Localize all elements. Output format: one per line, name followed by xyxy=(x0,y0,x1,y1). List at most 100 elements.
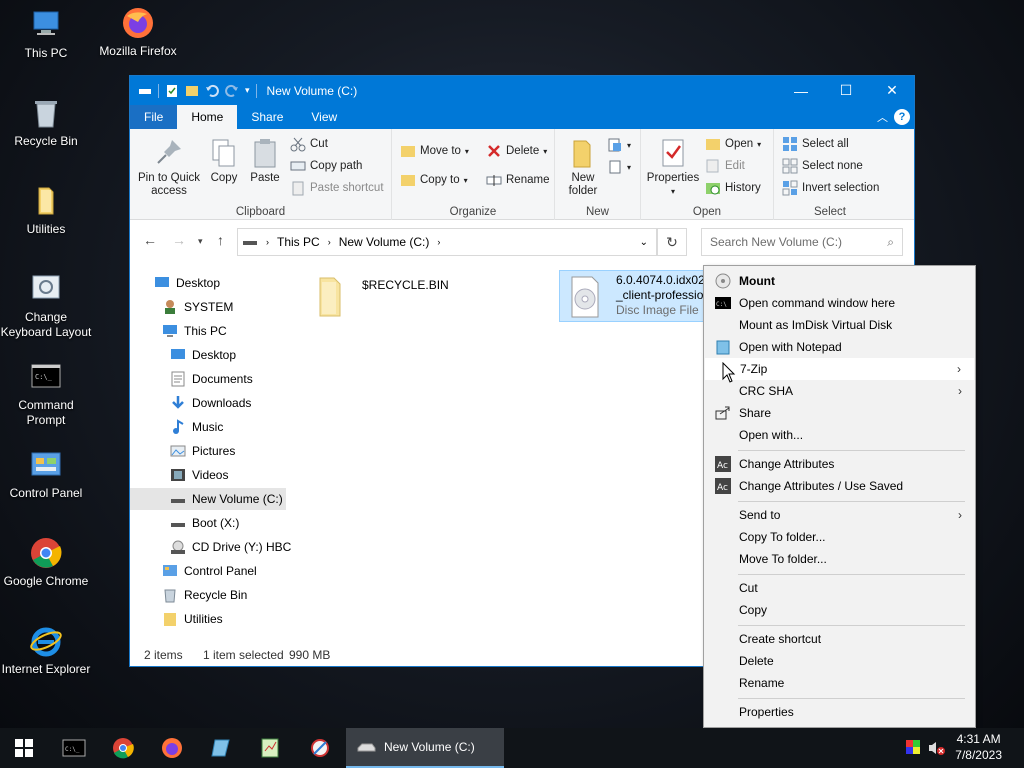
breadcrumb-drive[interactable]: New Volume (C:) xyxy=(339,235,430,249)
desktop-icon-keyboard-layout[interactable]: Change Keyboard Layout xyxy=(0,272,92,340)
menu-item-open-with[interactable]: Open with... xyxy=(705,424,974,446)
copy-button[interactable]: Copy xyxy=(206,137,242,185)
desktop-icon-this-pc[interactable]: This PC xyxy=(0,8,92,61)
nav-item-documents[interactable]: Documents xyxy=(170,368,253,390)
paste-button[interactable]: Paste xyxy=(247,137,283,185)
address-dropdown-icon[interactable]: ⌄ xyxy=(640,237,648,248)
start-button[interactable] xyxy=(0,728,48,768)
recent-locations-icon[interactable]: ▾ xyxy=(198,236,203,247)
taskbar-app-3[interactable] xyxy=(296,728,344,768)
breadcrumb-this-pc[interactable]: This PC xyxy=(277,235,320,249)
menu-item-imdisk[interactable]: Mount as ImDisk Virtual Disk xyxy=(705,314,974,336)
menu-item-rename[interactable]: Rename xyxy=(705,672,974,694)
paste-shortcut-button[interactable]: Paste shortcut xyxy=(290,178,384,198)
menu-item-change-attributes[interactable]: Ac Change Attributes xyxy=(705,453,974,475)
desktop-icon-chrome[interactable]: Google Chrome xyxy=(0,536,92,589)
search-input[interactable]: Search New Volume (C:) ⌕ xyxy=(701,228,903,256)
menu-item-change-attributes-saved[interactable]: Ac Change Attributes / Use Saved xyxy=(705,475,974,497)
nav-item-videos[interactable]: Videos xyxy=(170,464,228,486)
nav-item-system[interactable]: SYSTEM xyxy=(162,296,233,318)
menu-item-open-cmd[interactable]: C:\ Open command window here xyxy=(705,292,974,314)
desktop-icon-command-prompt[interactable]: C:\_ Command Prompt xyxy=(0,360,92,428)
desktop-icon-utilities[interactable]: Utilities xyxy=(0,184,92,237)
menu-item-properties[interactable]: Properties xyxy=(705,701,974,723)
tab-view[interactable]: View xyxy=(297,105,351,129)
collapse-ribbon-icon[interactable]: ︿ xyxy=(877,109,888,125)
taskbar-explorer-window[interactable]: New Volume (C:) xyxy=(346,728,504,768)
nav-item-this-pc[interactable]: This PC xyxy=(162,320,227,342)
volume-muted-icon[interactable] xyxy=(928,740,946,759)
menu-item-move-to-folder[interactable]: Move To folder... xyxy=(705,548,974,570)
tab-share[interactable]: Share xyxy=(237,105,297,129)
taskbar-app-1[interactable] xyxy=(197,728,245,768)
properties-check-icon[interactable] xyxy=(165,84,179,98)
address-bar[interactable]: › This PC › New Volume (C:) › ⌄ xyxy=(237,228,657,256)
rename-button[interactable]: Rename xyxy=(486,170,549,190)
nav-item-control-panel[interactable]: Control Panel xyxy=(162,560,257,582)
history-button[interactable]: History xyxy=(705,178,761,198)
desktop-icon-control-panel[interactable]: Control Panel xyxy=(0,448,92,501)
tab-file[interactable]: File xyxy=(130,105,178,129)
refresh-button[interactable]: ↻ xyxy=(657,228,687,256)
delete-button[interactable]: Delete ▾ xyxy=(486,141,547,161)
tray-color-icon[interactable] xyxy=(906,740,920,757)
file-item-recycle-bin[interactable]: $RECYCLE.BIN xyxy=(310,270,540,318)
easy-access-button[interactable]: ▾ xyxy=(607,157,631,177)
open-button[interactable]: Open ▾ xyxy=(705,134,761,154)
nav-item-pictures[interactable]: Pictures xyxy=(170,440,235,462)
taskbar-cmd[interactable]: C:\_ xyxy=(50,728,98,768)
nav-item-desktop[interactable]: Desktop xyxy=(154,272,220,294)
nav-item-utilities[interactable]: Utilities xyxy=(162,608,223,630)
nav-item-boot[interactable]: Boot (X:) xyxy=(170,512,239,534)
file-item-disc-image[interactable]: 6.0.4074.0.idx02.0 _client-professio Dis… xyxy=(559,270,709,322)
cut-button[interactable]: Cut xyxy=(290,134,328,154)
tab-home[interactable]: Home xyxy=(177,105,238,129)
customize-dropdown-icon[interactable]: ▾ xyxy=(245,85,250,96)
back-arrow-icon[interactable]: ← xyxy=(143,232,157,248)
menu-item-7zip[interactable]: 7-Zip › xyxy=(705,358,974,380)
nav-item-new-volume[interactable]: New Volume (C:) xyxy=(130,488,286,510)
redo-icon[interactable] xyxy=(225,84,239,98)
menu-item-mount[interactable]: Mount xyxy=(705,270,974,292)
system-clock[interactable]: 4:31 AM 7/8/2023 xyxy=(955,731,1002,763)
pin-quick-access-button[interactable]: Pin to Quick access xyxy=(136,137,202,198)
taskbar-app-2[interactable] xyxy=(246,728,294,768)
menu-item-send-to[interactable]: Send to › xyxy=(705,504,974,526)
up-arrow-icon[interactable]: ↑ xyxy=(217,232,224,248)
copy-to-button[interactable]: Copy to ▾ xyxy=(400,170,468,190)
new-item-button[interactable]: ▾ xyxy=(607,135,631,155)
menu-item-crc-sha[interactable]: CRC SHA › xyxy=(705,380,974,402)
minimize-button[interactable]: — xyxy=(778,76,824,105)
properties-button[interactable]: Properties ▾ xyxy=(645,137,701,198)
taskbar-chrome[interactable] xyxy=(99,728,147,768)
nav-item-desktop-sub[interactable]: Desktop xyxy=(170,344,236,366)
taskbar-firefox[interactable] xyxy=(148,728,196,768)
maximize-button[interactable]: ☐ xyxy=(823,76,869,105)
menu-item-notepad[interactable]: Open with Notepad xyxy=(705,336,974,358)
desktop-icon-firefox[interactable]: Mozilla Firefox xyxy=(92,6,184,59)
forward-arrow-icon[interactable]: → xyxy=(172,232,186,248)
close-button[interactable]: ✕ xyxy=(869,76,915,105)
undo-icon[interactable] xyxy=(205,84,219,98)
nav-item-downloads[interactable]: Downloads xyxy=(170,392,251,414)
select-none-button[interactable]: Select none xyxy=(782,156,863,176)
menu-item-cut[interactable]: Cut xyxy=(705,577,974,599)
help-icon[interactable]: ? xyxy=(894,109,910,125)
nav-item-recycle-bin[interactable]: Recycle Bin xyxy=(162,584,247,606)
edit-button[interactable]: Edit xyxy=(705,156,745,176)
copy-path-button[interactable]: Copy path xyxy=(290,156,362,176)
new-folder-button[interactable]: New folder xyxy=(563,137,603,198)
select-all-button[interactable]: Select all xyxy=(782,134,849,154)
move-to-button[interactable]: Move to ▾ xyxy=(400,141,469,161)
menu-item-share[interactable]: Share xyxy=(705,402,974,424)
desktop-icon-recycle-bin[interactable]: Recycle Bin xyxy=(0,96,92,149)
menu-item-delete[interactable]: Delete xyxy=(705,650,974,672)
menu-item-copy-to-folder[interactable]: Copy To folder... xyxy=(705,526,974,548)
menu-item-create-shortcut[interactable]: Create shortcut xyxy=(705,628,974,650)
menu-item-copy[interactable]: Copy xyxy=(705,599,974,621)
desktop-icon-ie[interactable]: Internet Explorer xyxy=(0,624,92,677)
nav-item-cd-drive[interactable]: CD Drive (Y:) HBC xyxy=(170,536,291,558)
nav-item-music[interactable]: Music xyxy=(170,416,223,438)
new-folder-icon[interactable] xyxy=(185,84,199,98)
invert-selection-button[interactable]: Invert selection xyxy=(782,178,879,198)
